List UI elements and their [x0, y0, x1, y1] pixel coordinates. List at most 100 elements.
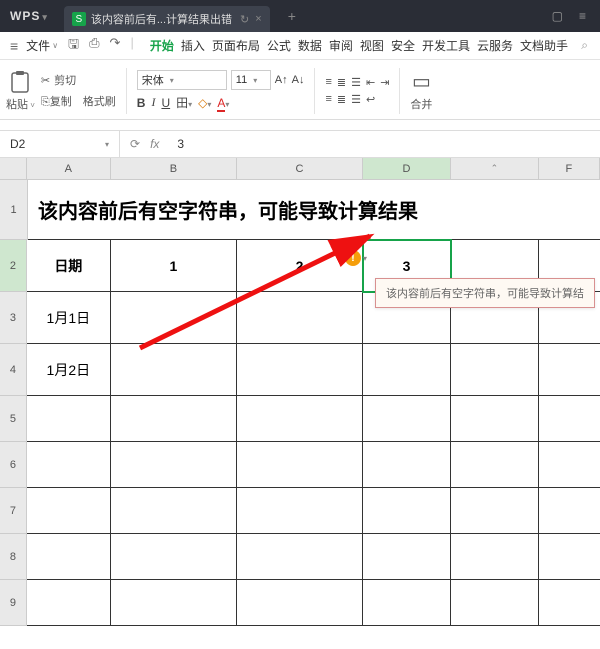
menu-security[interactable]: 安全 — [391, 37, 415, 54]
cell-f8[interactable] — [539, 534, 600, 580]
menu-insert[interactable]: 插入 — [181, 37, 205, 54]
cell-a4[interactable]: 1月2日 — [27, 344, 111, 396]
cell-e9[interactable] — [451, 580, 539, 626]
search-icon[interactable]: ⌕ — [575, 38, 594, 53]
increase-font-button[interactable]: A↑ — [275, 74, 288, 86]
cell-c5[interactable] — [237, 396, 363, 442]
cell-a5[interactable] — [27, 396, 111, 442]
cell-b4[interactable] — [111, 344, 237, 396]
cell-b8[interactable] — [111, 534, 237, 580]
cell-d6[interactable] — [363, 442, 451, 488]
cell-f5[interactable] — [539, 396, 600, 442]
error-indicator[interactable]: ! ▾ — [345, 250, 367, 266]
row-header-6[interactable]: 6 — [0, 442, 27, 488]
cut-button[interactable]: ✂剪切 — [41, 72, 116, 88]
cell-c3[interactable] — [237, 292, 363, 344]
row-header-8[interactable]: 8 — [0, 534, 27, 580]
row-header-1[interactable]: 1 — [0, 180, 28, 240]
col-header-d[interactable]: D — [363, 158, 451, 180]
cell-f6[interactable] — [539, 442, 600, 488]
menu-review[interactable]: 审阅 — [329, 37, 353, 54]
row-header-5[interactable]: 5 — [0, 396, 27, 442]
col-header-f[interactable]: F — [539, 158, 600, 180]
align-left-icon[interactable]: ≡ — [325, 93, 331, 106]
hamburger-icon[interactable]: ≡ — [6, 38, 22, 54]
cell-d5[interactable] — [363, 396, 451, 442]
indent-right-icon[interactable]: ⇥ — [380, 76, 389, 89]
cell-a8[interactable] — [27, 534, 111, 580]
col-header-b[interactable]: B — [111, 158, 237, 180]
cell-e5[interactable] — [451, 396, 539, 442]
cell-e7[interactable] — [451, 488, 539, 534]
wrap-icon[interactable]: ↩ — [366, 93, 375, 106]
cell-d8[interactable] — [363, 534, 451, 580]
merge-button[interactable]: ▭ 合并 — [410, 69, 432, 112]
align-top-icon[interactable]: ≡ — [325, 76, 331, 89]
italic-button[interactable]: I — [151, 95, 155, 110]
cell-d7[interactable] — [363, 488, 451, 534]
cell-e6[interactable] — [451, 442, 539, 488]
row-header-2[interactable]: 2 — [0, 240, 27, 292]
document-tab[interactable]: S 该内容前后有...计算结果出错 ↻ × — [64, 6, 270, 32]
row-header-3[interactable]: 3 — [0, 292, 27, 344]
cell-c9[interactable] — [237, 580, 363, 626]
align-mid-icon[interactable]: ≣ — [337, 76, 346, 89]
menu-dev[interactable]: 开发工具 — [422, 37, 470, 54]
cell-c7[interactable] — [237, 488, 363, 534]
cell-b6[interactable] — [111, 442, 237, 488]
menu-layout[interactable]: 页面布局 — [212, 37, 260, 54]
format-painter-button[interactable]: 格式刷 — [83, 93, 116, 109]
cell-c8[interactable] — [237, 534, 363, 580]
align-bot-icon[interactable]: ☰ — [351, 76, 361, 89]
font-name-dropdown[interactable]: 宋体▾ — [137, 70, 227, 90]
more-icon[interactable]: ↷ — [110, 35, 121, 57]
file-menu[interactable]: 文件∨ — [22, 37, 62, 54]
align-center-icon[interactable]: ≣ — [337, 93, 346, 106]
window-menu-icon[interactable]: ≡ — [579, 9, 586, 23]
col-header-e[interactable]: ⌃ — [451, 158, 539, 180]
cell-f4[interactable] — [539, 344, 600, 396]
select-all-corner[interactable] — [0, 158, 27, 180]
bold-button[interactable]: B — [137, 96, 146, 110]
cell-e4[interactable] — [451, 344, 539, 396]
cell-a3[interactable]: 1月1日 — [27, 292, 111, 344]
title-cell[interactable]: 该内容前后有空字符串，可能导致计算结果 — [28, 180, 600, 240]
save-icon[interactable]: 🖫 — [68, 35, 79, 57]
cell-c2[interactable]: 2 — [237, 240, 363, 292]
col-header-c[interactable]: C — [237, 158, 363, 180]
indent-left-icon[interactable]: ⇤ — [366, 76, 375, 89]
cell-b9[interactable] — [111, 580, 237, 626]
print-icon[interactable]: ⎙ — [89, 35, 99, 57]
name-box[interactable]: D2▾ — [0, 131, 120, 157]
underline-button[interactable]: U — [161, 96, 170, 110]
font-size-dropdown[interactable]: 11▾ — [231, 70, 271, 90]
cell-a7[interactable] — [27, 488, 111, 534]
cell-e8[interactable] — [451, 534, 539, 580]
menu-start[interactable]: 开始 — [150, 37, 174, 54]
menu-data[interactable]: 数据 — [298, 37, 322, 54]
cell-b3[interactable] — [111, 292, 237, 344]
cell-a6[interactable] — [27, 442, 111, 488]
fx-icon[interactable]: fx — [150, 137, 159, 151]
cell-f9[interactable] — [539, 580, 600, 626]
align-right-icon[interactable]: ☰ — [351, 93, 361, 106]
cell-d9[interactable] — [363, 580, 451, 626]
formula-input[interactable]: 3 — [169, 137, 600, 151]
fill-color-button[interactable]: ◇▾ — [198, 96, 211, 110]
row-header-7[interactable]: 7 — [0, 488, 27, 534]
cell-b7[interactable] — [111, 488, 237, 534]
copy-button[interactable]: ⎘复制 — [41, 93, 72, 109]
font-color-button[interactable]: A▾ — [217, 96, 229, 110]
cell-b5[interactable] — [111, 396, 237, 442]
decrease-font-button[interactable]: A↓ — [292, 74, 305, 86]
menu-dochelper[interactable]: 文档助手 — [520, 37, 568, 54]
cell-a9[interactable] — [27, 580, 111, 626]
menu-cloud[interactable]: 云服务 — [477, 37, 513, 54]
reload-icon[interactable]: ⟳ — [130, 137, 140, 151]
cell-b2[interactable]: 1 — [111, 240, 237, 292]
tab-close-icon[interactable]: × — [255, 13, 261, 26]
new-tab-button[interactable]: + — [288, 8, 296, 24]
row-header-9[interactable]: 9 — [0, 580, 27, 626]
window-box-icon[interactable]: ▢ — [552, 9, 563, 23]
cell-c6[interactable] — [237, 442, 363, 488]
